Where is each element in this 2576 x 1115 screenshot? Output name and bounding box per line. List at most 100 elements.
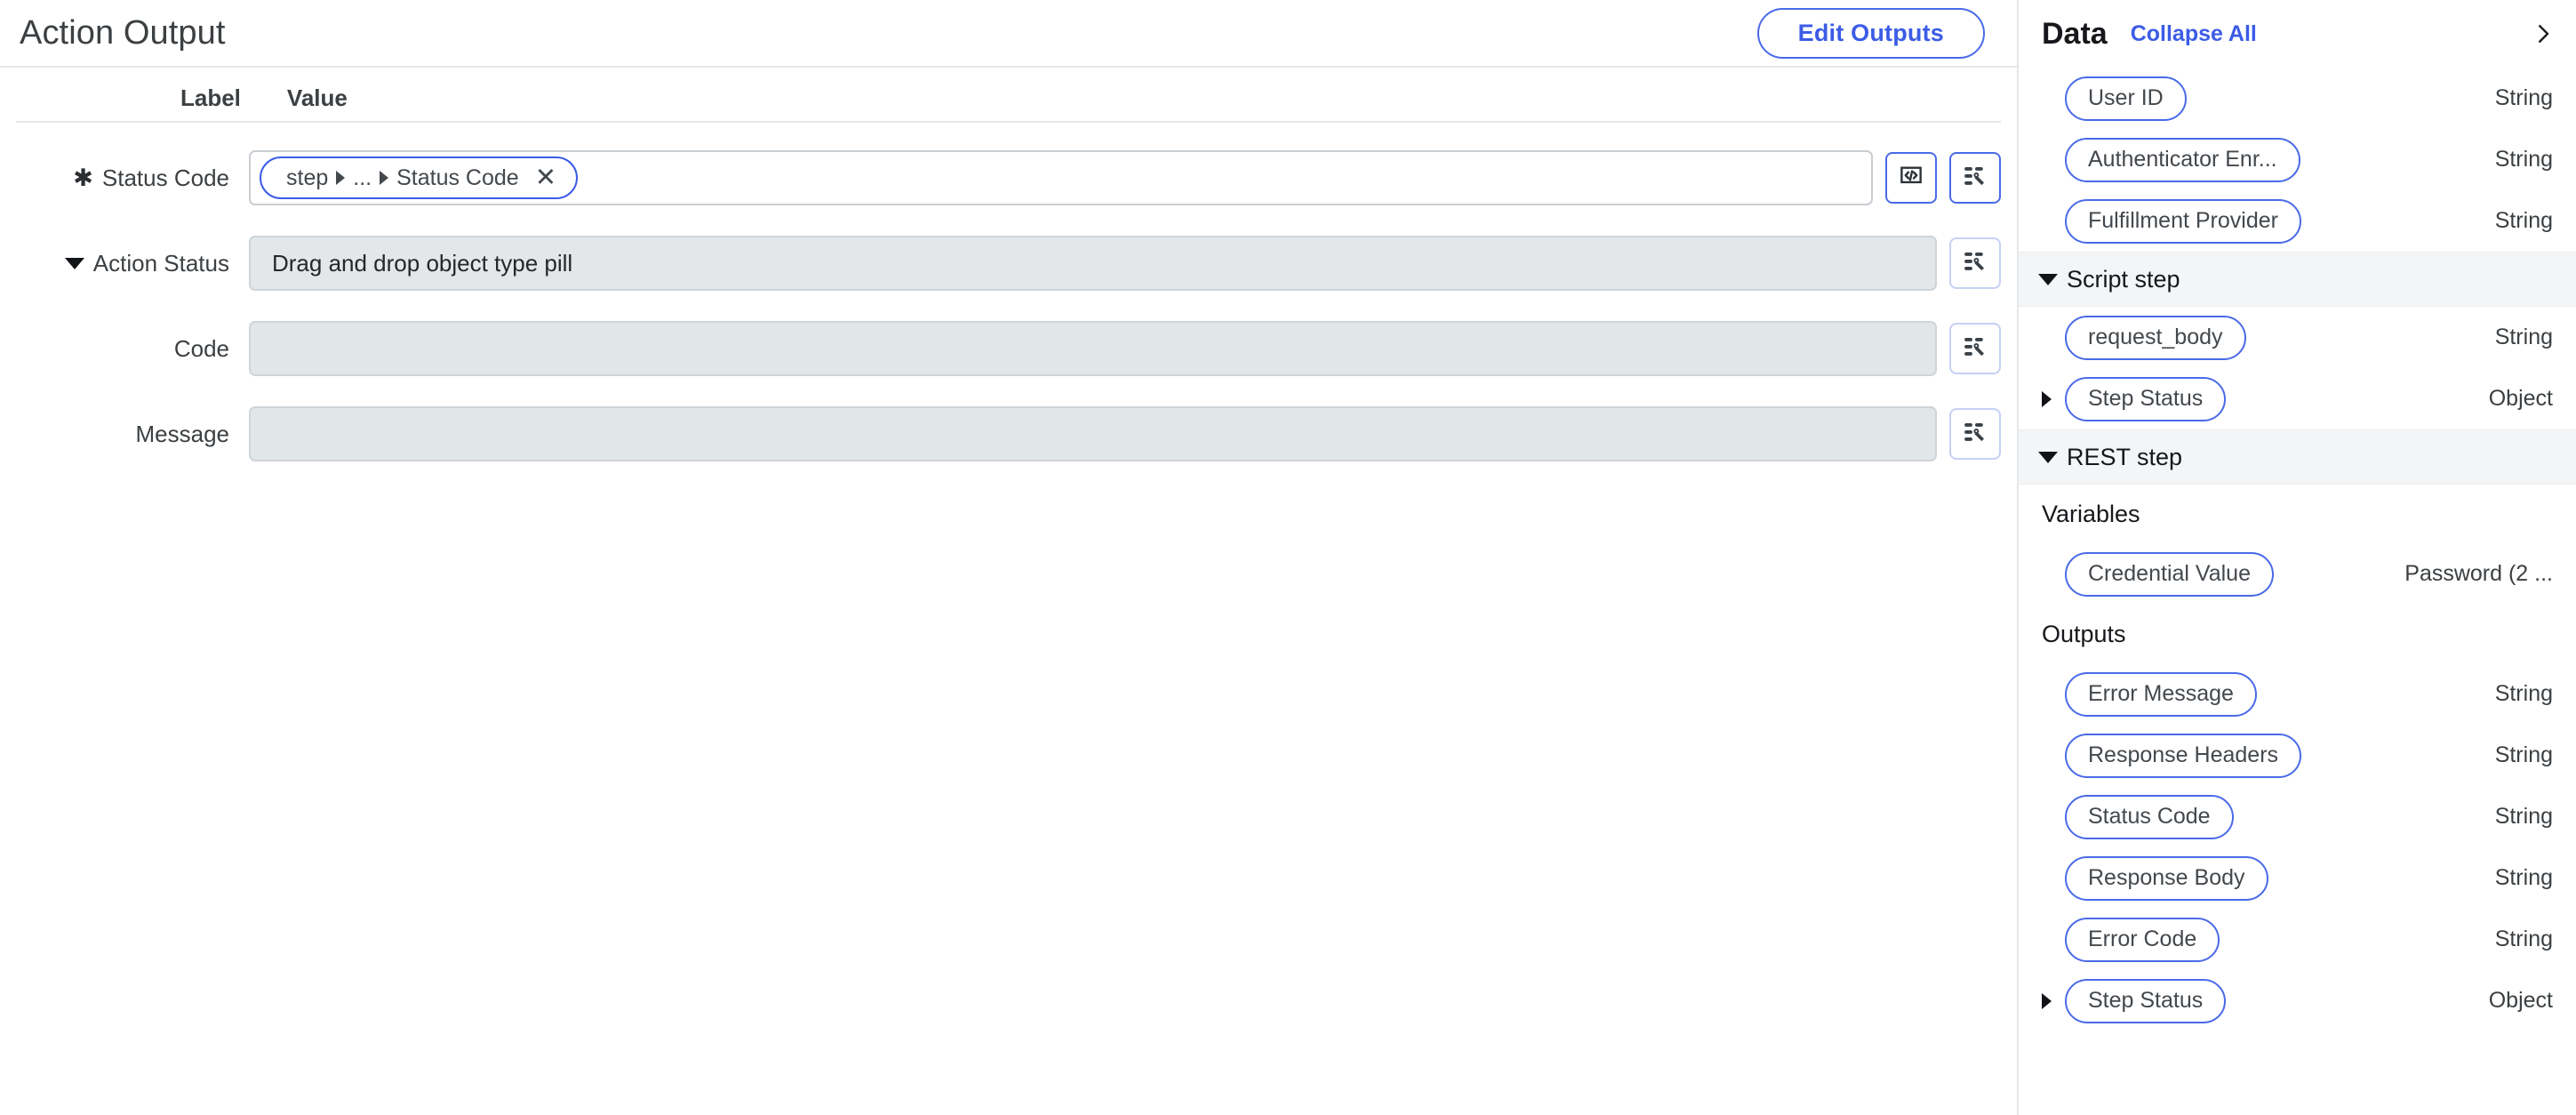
required-asterisk-icon: ✱ <box>73 164 93 191</box>
form-row-status-code: ✱ Status Code step ... Status Code ✕ <box>0 135 2017 221</box>
panel-header: Action Output Edit Outputs <box>0 0 2017 68</box>
page-title: Action Output <box>20 13 226 52</box>
status-code-field[interactable]: step ... Status Code ✕ <box>249 150 1873 205</box>
token-prefix: step <box>286 164 329 190</box>
group-label-variables: Variables <box>2042 500 2140 527</box>
data-row[interactable]: User ID String <box>2019 68 2576 129</box>
data-pill-authenticator-enrollment[interactable]: Authenticator Enr... <box>2065 137 2300 182</box>
token-path: step ... Status Code <box>286 165 519 191</box>
data-type: String <box>2494 742 2553 767</box>
data-row[interactable]: Error Message String <box>2019 663 2576 725</box>
data-pill-fulfillment-provider[interactable]: Fulfillment Provider <box>2065 198 2301 244</box>
row-label-action-status: Action Status <box>16 250 249 277</box>
data-mapper-button[interactable] <box>1949 323 2001 374</box>
data-pill-credential-value[interactable]: Credential Value <box>2065 551 2274 597</box>
data-row[interactable]: Status Code String <box>2019 786 2576 847</box>
data-mapper-icon <box>1962 333 1988 365</box>
data-pill-response-headers[interactable]: Response Headers <box>2065 733 2302 778</box>
row-label-message: Message <box>16 421 249 448</box>
chevron-right-icon[interactable] <box>2042 390 2052 407</box>
action-output-panel: Action Output Edit Outputs Label Value ✱… <box>0 0 2017 1115</box>
token-suffix: Status Code <box>396 164 519 190</box>
data-pill-step-status[interactable]: Step Status <box>2065 376 2227 421</box>
column-header-value: Value <box>286 84 348 111</box>
data-pill-request-body[interactable]: request_body <box>2065 315 2246 360</box>
action-status-value: Drag and drop object type pill <box>272 249 573 277</box>
data-row[interactable]: Step Status Object <box>2019 368 2576 429</box>
data-mapper-icon <box>1962 419 1988 450</box>
data-type: String <box>2494 208 2553 233</box>
data-mapper-icon <box>1962 163 1988 194</box>
data-row[interactable]: Step Status Object <box>2019 970 2576 1031</box>
code-icon <box>1898 163 1924 194</box>
data-row[interactable]: Credential Value Password (2 ... <box>2019 543 2576 605</box>
data-row[interactable]: Authenticator Enr... String <box>2019 129 2576 190</box>
data-type: Object <box>2488 386 2553 411</box>
token-separator-icon <box>336 171 346 185</box>
data-type: Password (2 ... <box>2404 561 2553 586</box>
row-label-text: Status Code <box>101 164 229 191</box>
data-panel-title: Data <box>2042 16 2108 51</box>
data-type: String <box>2494 804 2553 829</box>
code-editor-button[interactable] <box>1885 152 1937 204</box>
data-mapper-icon <box>1962 248 1988 279</box>
data-type: String <box>2494 85 2553 110</box>
token-middle: ... <box>353 164 372 190</box>
token-separator-icon <box>380 171 389 185</box>
status-code-token-pill[interactable]: step ... Status Code ✕ <box>260 156 579 199</box>
app-root: Action Output Edit Outputs Label Value ✱… <box>0 0 2576 1115</box>
collapse-all-button[interactable]: Collapse All <box>2131 21 2257 47</box>
row-label-code: Code <box>16 335 249 363</box>
section-header-rest-step[interactable]: REST step <box>2019 429 2576 485</box>
row-label-status-code: ✱ Status Code <box>16 164 249 192</box>
caret-slot <box>2042 390 2065 407</box>
data-pill-error-code[interactable]: Error Code <box>2065 917 2220 962</box>
data-mapper-button[interactable] <box>1949 152 2001 204</box>
action-status-field[interactable]: Drag and drop object type pill <box>249 236 1937 291</box>
data-top-level-rows: User ID String Authenticator Enr... Stri… <box>2019 68 2576 252</box>
chevron-down-icon[interactable] <box>2038 451 2058 463</box>
row-label-text: Code <box>173 334 229 362</box>
data-type: String <box>2494 325 2553 349</box>
section-body-rest-step: Variables Credential Value Password (2 .… <box>2019 485 2576 1031</box>
data-row[interactable]: Fulfillment Provider String <box>2019 190 2576 252</box>
data-row[interactable]: Error Code String <box>2019 909 2576 970</box>
data-type: String <box>2494 147 2553 172</box>
data-pill-response-body[interactable]: Response Body <box>2065 855 2268 901</box>
output-form-rows: ✱ Status Code step ... Status Code ✕ Act… <box>0 123 2017 477</box>
collapse-triangle-icon[interactable] <box>64 257 84 269</box>
form-row-code: Code <box>0 306 2017 391</box>
data-type: String <box>2494 681 2553 706</box>
remove-token-icon[interactable]: ✕ <box>535 164 556 191</box>
data-type: Object <box>2488 988 2553 1013</box>
group-label-outputs: Outputs <box>2042 620 2126 647</box>
section-header-script-step[interactable]: Script step <box>2019 252 2576 307</box>
code-field[interactable] <box>249 321 1937 376</box>
form-row-message: Message <box>0 391 2017 477</box>
data-pill-status-code[interactable]: Status Code <box>2065 794 2234 839</box>
table-column-headers: Label Value <box>16 68 2001 123</box>
data-type: String <box>2494 865 2553 890</box>
data-pill-user-id[interactable]: User ID <box>2065 76 2187 121</box>
message-field[interactable] <box>249 406 1937 461</box>
chevron-down-icon[interactable] <box>2038 273 2058 285</box>
section-body-script-step: request_body String Step Status Object <box>2019 307 2576 429</box>
data-row[interactable]: request_body String <box>2019 307 2576 368</box>
data-pill-step-status[interactable]: Step Status <box>2065 978 2227 1023</box>
caret-slot <box>2042 992 2065 1009</box>
section-title: REST step <box>2067 443 2183 470</box>
edit-outputs-button[interactable]: Edit Outputs <box>1756 7 1985 59</box>
data-row[interactable]: Response Body String <box>2019 847 2576 909</box>
data-mapper-button[interactable] <box>1949 237 2001 289</box>
data-panel-header: Data Collapse All <box>2019 0 2576 68</box>
chevron-right-icon[interactable] <box>2530 18 2556 50</box>
form-row-action-status: Action Status Drag and drop object type … <box>0 221 2017 306</box>
data-row[interactable]: Response Headers String <box>2019 725 2576 786</box>
chevron-right-icon[interactable] <box>2042 992 2052 1009</box>
data-pill-error-message[interactable]: Error Message <box>2065 671 2257 717</box>
column-header-label: Label <box>180 84 241 111</box>
section-title: Script step <box>2067 265 2180 293</box>
data-mapper-button[interactable] <box>1949 408 2001 460</box>
data-panel: Data Collapse All User ID String Authent… <box>2017 0 2576 1115</box>
data-type: String <box>2494 926 2553 951</box>
